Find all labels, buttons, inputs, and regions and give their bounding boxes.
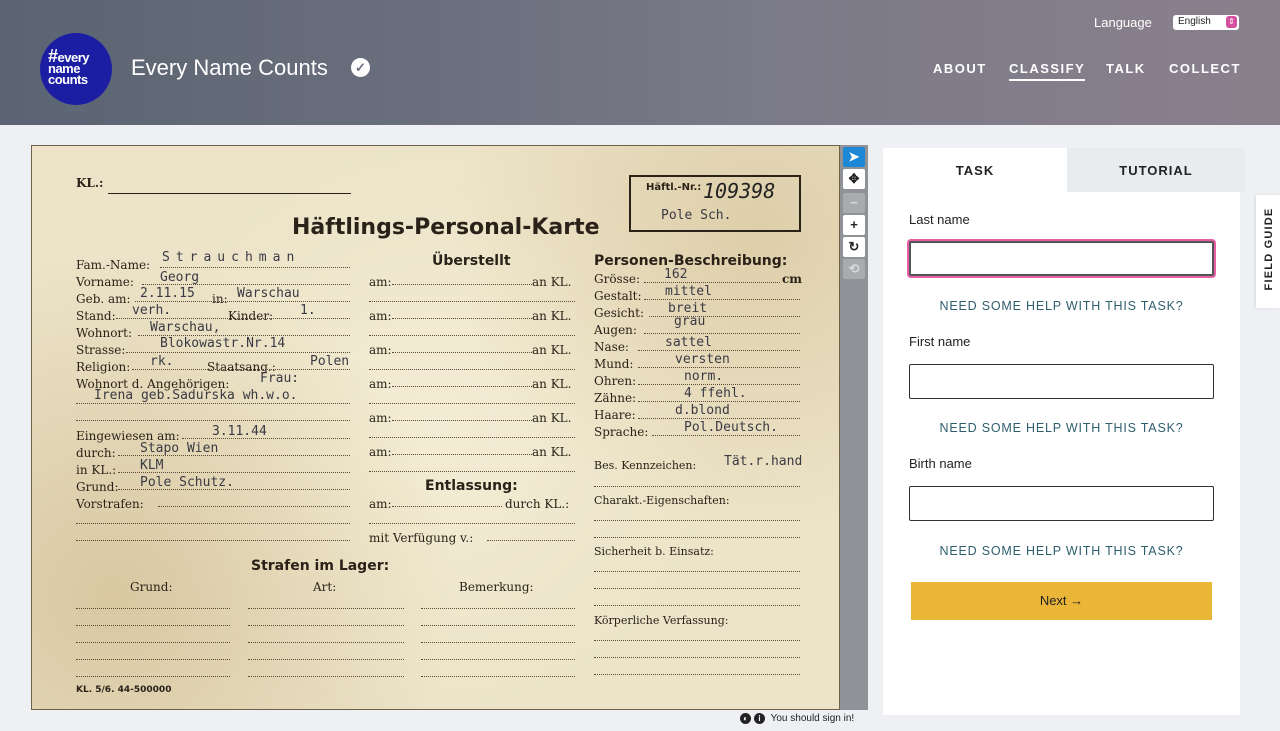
field-guide-tab[interactable]: FIELD GUIDE [1256, 195, 1280, 308]
card-footer: KL. 5/6. 44-500000 [76, 685, 172, 695]
language-select[interactable]: English ⇕ [1173, 15, 1239, 30]
select-caret-icon: ⇕ [1226, 16, 1237, 28]
tab-task[interactable]: TASK [883, 148, 1067, 192]
field-grund: Pole Schutz. [140, 475, 234, 490]
tab-tutorial[interactable]: TUTORIAL [1067, 148, 1245, 192]
prisoner-number-box: Häftl.-Nr.: 109398 Pole Sch. [629, 175, 801, 232]
help-link-first-name[interactable]: NEED SOME HELP WITH THIS TASK? [883, 421, 1240, 435]
field-staatsang: Polen [310, 354, 350, 369]
site-header: #every name counts Every Name Counts ✓ L… [0, 0, 1280, 125]
field-geb-ort: Warschau [237, 286, 300, 301]
project-logo[interactable]: #every name counts [40, 33, 112, 105]
field-wohnort: Warschau, [150, 320, 221, 335]
next-button[interactable]: Next → [911, 582, 1212, 620]
question-label-last-name: Last name [909, 212, 970, 227]
question-label-birth-name: Birth name [909, 456, 972, 471]
move-tool-icon[interactable]: ✥ [843, 169, 865, 189]
rotate-icon[interactable]: ↻ [843, 237, 865, 257]
last-name-input[interactable] [909, 241, 1214, 276]
field-stand: verh. [132, 303, 172, 318]
verified-badge-icon: ✓ [351, 58, 370, 77]
zoom-out-icon[interactable]: − [843, 193, 865, 213]
birth-name-input[interactable] [909, 486, 1214, 521]
help-link-birth-name[interactable]: NEED SOME HELP WITH THIS TASK? [883, 544, 1240, 558]
prisoner-number: 109398 [703, 179, 776, 203]
card-kl-label: KL.: [76, 176, 104, 190]
field-fam-name: Strauchman [162, 250, 301, 265]
language-label: Language [1094, 15, 1152, 30]
field-eingewiesen: 3.11.44 [212, 424, 267, 439]
sign-in-notice[interactable]: ◐ i You should sign in! [740, 713, 854, 724]
card-title: Häftlings-Personal-Karte [292, 215, 600, 240]
pointer-tool-icon[interactable]: ➤ [843, 147, 865, 167]
contrast-icon[interactable]: ◐ [740, 713, 751, 724]
image-toolbar: ➤ ✥ − + ↻ ⟲ [840, 145, 868, 710]
arrow-right-icon: → [1070, 593, 1084, 608]
field-religion: rk. [150, 354, 174, 369]
reset-icon[interactable]: ⟲ [843, 259, 865, 279]
field-vorname: Georg [160, 270, 200, 285]
field-kinder: 1. [300, 303, 316, 318]
nav-classify[interactable]: CLASSIFY [1009, 61, 1086, 81]
field-inkl: KLM [140, 458, 164, 473]
first-name-input[interactable] [909, 364, 1214, 399]
nav-about[interactable]: ABOUT [933, 61, 987, 76]
project-title[interactable]: Every Name Counts [131, 55, 328, 81]
field-strasse: Blokowastr.Nr.14 [160, 336, 286, 351]
prisoner-category: Pole Sch. [661, 208, 732, 223]
field-angehoerige-2: Irena geb.Sadurska wh.w.o. [94, 388, 298, 403]
subject-image[interactable]: KL.: Häftl.-Nr.: 109398 Pole Sch. Häftli… [31, 145, 840, 710]
field-geb: 2.11.15 [140, 286, 195, 301]
info-icon[interactable]: i [754, 713, 765, 724]
help-link-last-name[interactable]: NEED SOME HELP WITH THIS TASK? [883, 299, 1240, 313]
question-label-first-name: First name [909, 334, 971, 349]
nav-collect[interactable]: COLLECT [1169, 61, 1241, 76]
field-angehoerige-1: Frau: [260, 371, 300, 386]
zoom-in-icon[interactable]: + [843, 215, 865, 235]
nav-talk[interactable]: TALK [1106, 61, 1146, 76]
task-panel: TASK TUTORIAL Last name NEED SOME HELP W… [883, 148, 1245, 715]
field-durch: Stapo Wien [140, 441, 219, 456]
